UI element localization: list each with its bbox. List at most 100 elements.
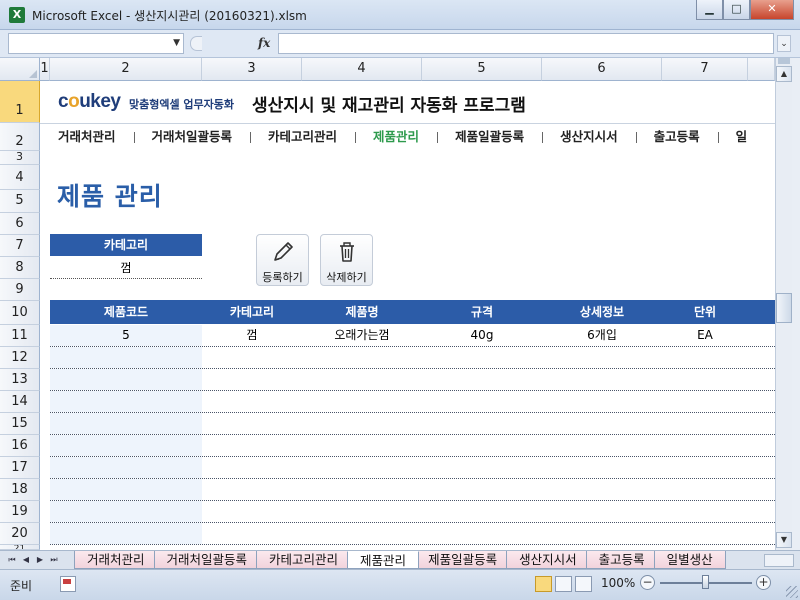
nav-item-clients-bulk[interactable]: 거래처일괄등록 (133, 127, 251, 147)
table-cell[interactable]: 오래가는껌 (302, 325, 422, 346)
nav-item-clients[interactable]: 거래처관리 (40, 127, 134, 147)
table-cell[interactable]: 6개입 (542, 325, 662, 346)
nav-item-production-order[interactable]: 생산지시서 (542, 127, 636, 147)
worksheet[interactable]: coukey 맞춤형엑셀 업무자동화 생산지시 및 재고관리 자동화 프로그램 … (40, 81, 775, 550)
row-header[interactable]: 20 (0, 523, 40, 545)
table-cell[interactable] (422, 347, 542, 368)
nav-item-products[interactable]: 제품관리 (355, 127, 437, 147)
delete-button[interactable]: 삭제하기 (320, 234, 373, 286)
table-cell[interactable] (662, 479, 748, 500)
next-sheet-icon[interactable]: ▶ (34, 554, 46, 566)
maximize-button[interactable]: □ (723, 0, 750, 20)
row-header[interactable]: 15 (0, 413, 40, 435)
table-cell[interactable] (202, 347, 302, 368)
table-cell[interactable]: EA (662, 325, 748, 346)
table-cell[interactable] (422, 479, 542, 500)
macro-record-icon[interactable] (60, 576, 76, 592)
table-cell[interactable] (662, 523, 748, 544)
first-sheet-icon[interactable]: ⏮ (6, 554, 18, 566)
split-handle[interactable] (778, 58, 790, 64)
table-cell[interactable] (662, 369, 748, 390)
table-cell[interactable] (542, 457, 662, 478)
table-cell[interactable] (662, 347, 748, 368)
table-cell[interactable] (302, 523, 422, 544)
scroll-up-icon[interactable]: ▲ (776, 66, 792, 82)
zoom-in-icon[interactable]: + (756, 575, 771, 590)
formula-input[interactable] (278, 33, 774, 54)
column-header[interactable]: 6 (542, 58, 662, 81)
table-row[interactable] (50, 347, 775, 369)
row-header[interactable]: 3 (0, 151, 40, 165)
nav-item-categories[interactable]: 카테고리관리 (250, 127, 355, 147)
resize-grip-icon[interactable] (786, 586, 798, 598)
row-header[interactable]: 14 (0, 391, 40, 413)
table-cell[interactable] (202, 369, 302, 390)
table-cell[interactable] (542, 413, 662, 434)
row-header[interactable]: 4 (0, 165, 40, 190)
row-header[interactable]: 8 (0, 257, 40, 279)
table-cell[interactable] (422, 501, 542, 522)
table-row[interactable] (50, 435, 775, 457)
table-row[interactable] (50, 523, 775, 545)
scroll-down-icon[interactable]: ▼ (776, 532, 792, 548)
table-cell[interactable] (662, 501, 748, 522)
row-header[interactable]: 13 (0, 369, 40, 391)
sheet-tab-active[interactable]: 제품관리 (347, 551, 420, 569)
horizontal-scrollbar[interactable] (764, 554, 794, 567)
table-cell[interactable] (50, 413, 202, 434)
table-cell[interactable] (542, 501, 662, 522)
table-cell[interactable] (422, 391, 542, 412)
last-sheet-icon[interactable]: ⏭ (48, 554, 60, 566)
row-header[interactable]: 2 (0, 123, 40, 151)
table-cell[interactable] (542, 369, 662, 390)
minimize-button[interactable]: ▁ (696, 0, 723, 20)
insert-function-icon[interactable]: fx (258, 36, 270, 50)
sheet-tab[interactable]: 거래처일괄등록 (153, 551, 261, 569)
table-cell[interactable]: 5 (50, 325, 202, 346)
table-row[interactable] (50, 413, 775, 435)
row-header[interactable]: 11 (0, 325, 40, 347)
normal-view-icon[interactable] (535, 576, 552, 592)
table-cell[interactable] (662, 457, 748, 478)
table-cell[interactable] (50, 391, 202, 412)
row-header[interactable]: 1 (0, 81, 40, 123)
table-cell[interactable] (422, 457, 542, 478)
table-cell[interactable] (202, 391, 302, 412)
name-box[interactable]: ▼ (8, 33, 184, 54)
table-cell[interactable] (50, 369, 202, 390)
table-cell[interactable] (302, 413, 422, 434)
table-cell[interactable] (50, 457, 202, 478)
table-cell[interactable] (202, 501, 302, 522)
zoom-level[interactable]: 100% (601, 576, 635, 590)
row-header[interactable]: 16 (0, 435, 40, 457)
table-row[interactable] (50, 479, 775, 501)
table-cell[interactable] (422, 413, 542, 434)
table-cell[interactable] (542, 347, 662, 368)
chevron-down-icon[interactable]: ▼ (173, 38, 180, 48)
table-cell[interactable] (202, 479, 302, 500)
page-break-view-icon[interactable] (575, 576, 592, 592)
row-header[interactable]: 5 (0, 190, 40, 213)
table-cell[interactable] (202, 435, 302, 456)
row-header[interactable]: 6 (0, 213, 40, 235)
row-header[interactable]: 12 (0, 347, 40, 369)
sheet-tab[interactable]: 출고등록 (585, 551, 658, 569)
row-header[interactable]: 9 (0, 279, 40, 301)
column-header[interactable]: 5 (422, 58, 542, 81)
table-cell[interactable] (302, 457, 422, 478)
table-cell[interactable] (662, 413, 748, 434)
table-cell[interactable] (302, 391, 422, 412)
table-cell[interactable] (202, 413, 302, 434)
sheet-tab[interactable]: 카테고리관리 (256, 551, 352, 569)
row-header[interactable]: 19 (0, 501, 40, 523)
sheet-tab[interactable]: 거래처관리 (74, 551, 158, 569)
table-cell[interactable] (302, 347, 422, 368)
table-cell[interactable] (542, 523, 662, 544)
table-cell[interactable]: 껌 (202, 325, 302, 346)
vertical-scrollbar[interactable]: ▲ ▼ (775, 58, 792, 550)
prev-sheet-icon[interactable]: ◀ (20, 554, 32, 566)
table-cell[interactable] (542, 479, 662, 500)
scroll-thumb[interactable] (776, 293, 792, 323)
expand-formula-bar-icon[interactable]: ⌄ (777, 35, 791, 52)
column-header[interactable]: 7 (662, 58, 748, 81)
